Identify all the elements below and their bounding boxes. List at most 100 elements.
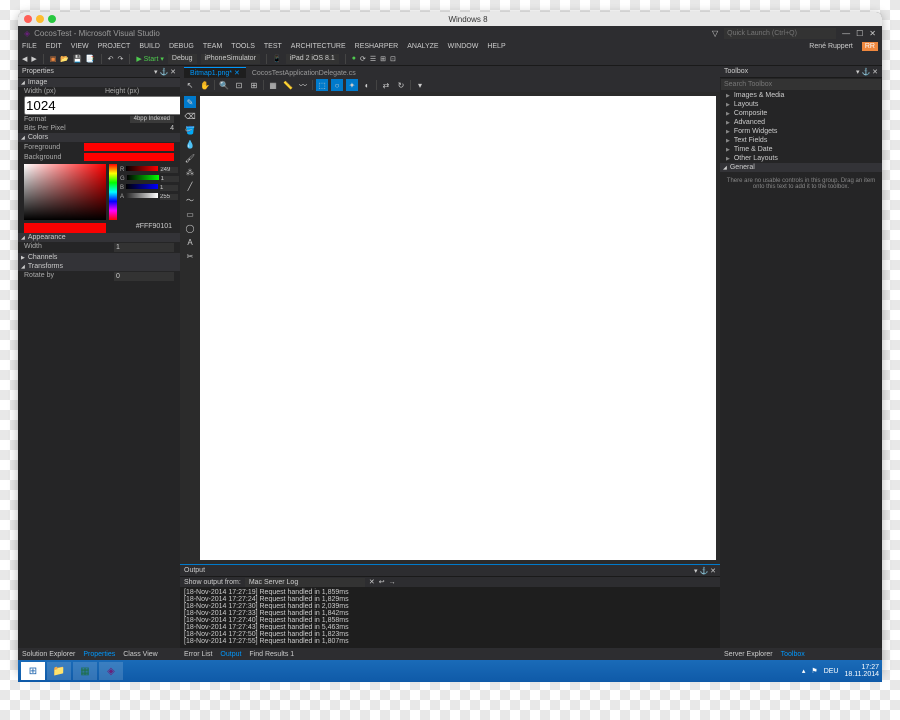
quick-launch-input[interactable]: Quick Launch (Ctrl+Q) <box>724 28 836 39</box>
b-input[interactable] <box>160 185 178 191</box>
excel-icon[interactable]: ▦ <box>73 662 97 680</box>
r-input[interactable] <box>160 167 178 173</box>
maximize-icon[interactable]: ☐ <box>856 29 863 38</box>
fg-swatch[interactable] <box>84 143 174 151</box>
pin-icon[interactable]: ▾ ⚓ ✕ <box>694 567 716 575</box>
canvas[interactable] <box>200 96 716 560</box>
menu-window[interactable]: WINDOW <box>448 43 479 50</box>
notif-icon[interactable]: ▽ <box>712 29 718 38</box>
tb-icon[interactable]: ⟳ <box>360 55 366 63</box>
e-rotate-icon[interactable]: ↻ <box>395 79 407 91</box>
erase-icon[interactable]: ⌫ <box>184 110 196 122</box>
ellipse-icon[interactable]: ◯ <box>184 222 196 234</box>
e-selrect-icon[interactable]: ⬚ <box>316 79 328 91</box>
user-badge[interactable]: RR <box>862 42 878 51</box>
tray-time[interactable]: 17:27 <box>844 664 879 671</box>
spray-icon[interactable]: ⁂ <box>184 166 196 178</box>
e-selellipse-icon[interactable]: ○ <box>331 79 343 91</box>
e-grid-icon[interactable]: ▦ <box>267 79 279 91</box>
bg-swatch[interactable] <box>84 153 174 161</box>
menu-architecture[interactable]: ARCHITECTURE <box>291 43 346 50</box>
menu-analyze[interactable]: ANALYZE <box>407 43 438 50</box>
menu-build[interactable]: BUILD <box>139 43 160 50</box>
tab-errorlist[interactable]: Error List <box>184 651 212 658</box>
tab-findresults[interactable]: Find Results 1 <box>249 651 294 658</box>
crop-icon[interactable]: ✂ <box>184 250 196 262</box>
width-input[interactable] <box>24 96 205 115</box>
e-invert-icon[interactable]: ◐ <box>361 79 373 91</box>
menu-test[interactable]: TEST <box>264 43 282 50</box>
undo-icon[interactable]: ↶ <box>108 55 114 63</box>
clear-icon[interactable]: ✕ <box>369 578 375 586</box>
menu-debug[interactable]: DEBUG <box>169 43 194 50</box>
menu-resharper[interactable]: RESHARPER <box>355 43 399 50</box>
new-icon[interactable]: ▣ <box>50 55 57 63</box>
goto-icon[interactable]: → <box>389 579 396 586</box>
curve-icon[interactable]: 〜 <box>184 194 196 206</box>
e-fit-icon[interactable]: ⊡ <box>233 79 245 91</box>
toolbox-search[interactable]: Search Toolbox <box>721 79 881 90</box>
explorer-icon[interactable]: 📁 <box>47 662 71 680</box>
tray-lang[interactable]: DEU <box>824 668 839 675</box>
g-input[interactable] <box>161 176 179 182</box>
tab-toolbox[interactable]: Toolbox <box>781 651 805 658</box>
menu-edit[interactable]: EDIT <box>46 43 62 50</box>
section-appearance[interactable]: Appearance <box>18 233 180 242</box>
platform-combo[interactable]: iPhoneSimulator <box>201 54 260 64</box>
toolbox-group[interactable]: Images & Media <box>720 91 882 100</box>
output-text[interactable]: [18-Nov-2014 17:27:19] Request handled i… <box>180 587 720 648</box>
save-icon[interactable]: 💾 <box>73 55 82 63</box>
menu-project[interactable]: PROJECT <box>98 43 131 50</box>
menu-tools[interactable]: TOOLS <box>231 43 255 50</box>
tb-icon[interactable]: ⊞ <box>380 55 386 63</box>
pin-icon[interactable]: ▾ ⚓ ✕ <box>154 68 176 76</box>
tray-up-icon[interactable]: ▴ <box>802 667 806 675</box>
output-source-combo[interactable]: Mac Server Log <box>245 578 365 587</box>
text-icon[interactable]: A <box>184 236 196 248</box>
tb-icon[interactable]: ⊡ <box>390 55 396 63</box>
toolbox-group[interactable]: Form Widgets <box>720 127 882 136</box>
minimize-icon[interactable]: — <box>842 29 850 38</box>
toolbox-general[interactable]: General <box>720 163 882 172</box>
e-ruler-icon[interactable]: 📏 <box>282 79 294 91</box>
flag-icon[interactable]: ⚑ <box>811 667 817 675</box>
section-transforms[interactable]: Transforms <box>18 262 180 271</box>
tb-icon[interactable]: ☰ <box>370 55 376 63</box>
mac-min[interactable] <box>36 15 44 23</box>
tab-properties[interactable]: Properties <box>83 651 115 658</box>
mac-max[interactable] <box>48 15 56 23</box>
e-flip-icon[interactable]: ⇄ <box>380 79 392 91</box>
tab-output[interactable]: Output <box>220 651 241 658</box>
config-combo[interactable]: Debug <box>168 54 197 64</box>
e-guide-icon[interactable]: 〰 <box>297 79 309 91</box>
toolbox-group[interactable]: Layouts <box>720 100 882 109</box>
section-image[interactable]: Image <box>18 78 180 87</box>
doc-tab-inactive[interactable]: CocosTestApplicationDelegate.cs <box>246 69 362 78</box>
open-icon[interactable]: 📂 <box>60 55 69 63</box>
color-picker[interactable] <box>24 164 106 220</box>
rect-icon[interactable]: ▭ <box>184 208 196 220</box>
toolbox-group[interactable]: Advanced <box>720 118 882 127</box>
app-width-input[interactable] <box>114 243 174 252</box>
toolbox-group[interactable]: Other Layouts <box>720 154 882 163</box>
device-combo[interactable]: iPad 2 iOS 8.1 <box>286 54 339 64</box>
menu-help[interactable]: HELP <box>487 43 505 50</box>
menu-team[interactable]: TEAM <box>203 43 222 50</box>
a-input[interactable] <box>160 194 178 200</box>
rotate-input[interactable] <box>114 272 174 281</box>
user-name[interactable]: René Ruppert <box>809 43 853 50</box>
nav-back-icon[interactable]: ◀ <box>22 55 27 63</box>
section-colors[interactable]: Colors <box>18 133 180 142</box>
tab-server-explorer[interactable]: Server Explorer <box>724 651 773 658</box>
mac-close[interactable] <box>24 15 32 23</box>
e-actual-icon[interactable]: ⊞ <box>248 79 260 91</box>
close-icon[interactable]: ✕ <box>869 29 876 38</box>
e-filter-icon[interactable]: ▾ <box>414 79 426 91</box>
hex-value[interactable]: #FFF90101 <box>106 223 174 233</box>
wrap-icon[interactable]: ↩ <box>379 578 385 586</box>
menu-view[interactable]: VIEW <box>71 43 89 50</box>
dropper-icon[interactable]: 💧 <box>184 138 196 150</box>
pencil-icon[interactable]: ✎ <box>184 96 196 108</box>
pin-icon[interactable]: ▾ ⚓ ✕ <box>856 68 878 76</box>
nav-fwd-icon[interactable]: ▶ <box>31 55 36 63</box>
